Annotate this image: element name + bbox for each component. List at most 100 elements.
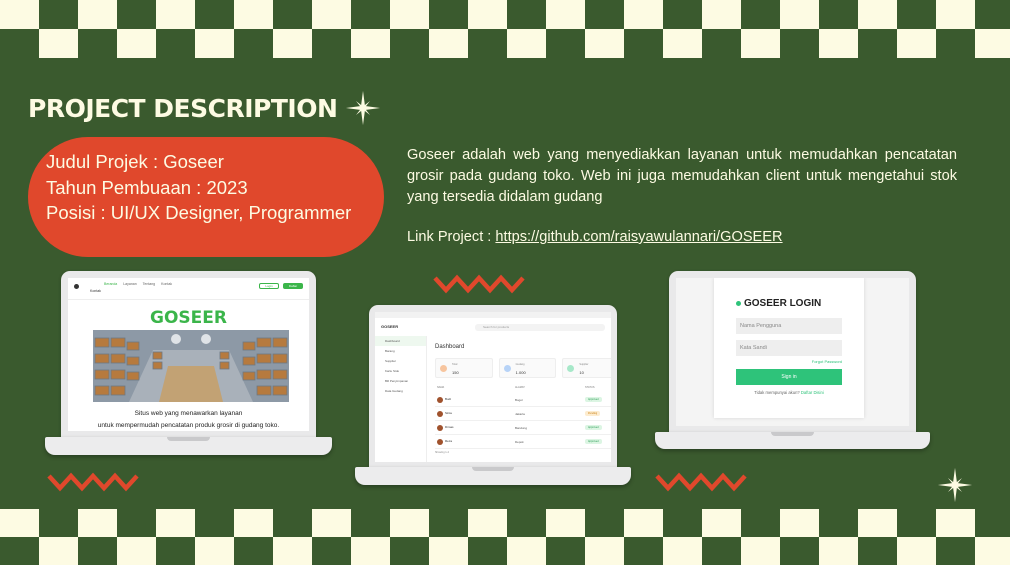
checker-square	[741, 29, 780, 58]
page-title: PROJECT DESCRIPTION	[28, 93, 338, 123]
checker-square	[546, 29, 585, 58]
dashboard-sidebar-item[interactable]: Bill Penyimpanan	[375, 376, 426, 386]
password-input[interactable]: Kata Sandi	[736, 340, 842, 356]
row-name: Sinta	[445, 411, 452, 415]
checker-square	[741, 0, 780, 29]
dashboard-heading: Dashboard	[435, 344, 465, 350]
table-row[interactable]: Dimas Bandung Approved	[435, 422, 611, 435]
checker-square	[39, 29, 78, 58]
table-row[interactable]: Reza Depok Approved	[435, 436, 611, 449]
checker-square	[390, 0, 429, 29]
dashboard-brand: GOSEER	[381, 324, 399, 329]
login-screen: GOSEER LOGIN Nama Pengguna Kata Sandi Fo…	[676, 278, 909, 426]
avatar	[437, 411, 443, 417]
zigzag-decoration-right	[655, 472, 747, 492]
status-dot-icon	[736, 300, 741, 306]
checker-square	[351, 537, 390, 565]
checker-square	[0, 509, 39, 537]
avatar	[437, 439, 443, 445]
dashboard-screen: GOSEER Search for products Dashboard Bara…	[375, 312, 611, 462]
status-badge: Approved	[585, 425, 602, 430]
forgot-password-link[interactable]: Forgot Password	[812, 359, 842, 364]
checker-square	[741, 509, 780, 537]
checker-square	[663, 29, 702, 58]
checker-square	[117, 0, 156, 29]
heading-row: PROJECT DESCRIPTION	[28, 90, 381, 126]
table-row[interactable]: Sinta Jakarta Pending	[435, 408, 611, 421]
checker-square	[975, 537, 1010, 565]
checker-square	[780, 0, 819, 29]
landing-brand: GOSEER	[150, 308, 227, 328]
dashboard-sidebar-item[interactable]: Kartu Stok	[375, 366, 426, 376]
checker-square	[78, 509, 117, 537]
checker-square	[78, 29, 117, 58]
table-column-header: ALAMAT	[515, 386, 525, 389]
sign-in-button[interactable]: Sign in	[736, 369, 842, 385]
checker-square	[858, 29, 897, 58]
checker-square	[897, 29, 936, 58]
checker-square	[0, 0, 39, 29]
checker-square	[780, 29, 819, 58]
landing-menu-item[interactable]: Kontak	[161, 282, 172, 286]
checker-square	[819, 0, 858, 29]
landing-caption: Situs web yang menawarkan layanan untuk …	[68, 408, 309, 431]
checker-square	[624, 509, 663, 537]
checker-square	[429, 537, 468, 565]
stat-label: Supplier	[579, 363, 589, 366]
checker-square	[78, 0, 117, 29]
checker-square	[936, 29, 975, 58]
landing-menu-item[interactable]: Layanan	[123, 282, 136, 286]
checker-square	[780, 509, 819, 537]
row-name: Budi	[445, 397, 452, 401]
landing-menu-item[interactable]: Tentang	[143, 282, 155, 286]
checker-square	[234, 537, 273, 565]
checker-square	[195, 537, 234, 565]
landing-menu-item[interactable]: Beranda	[104, 282, 117, 286]
checker-square	[546, 0, 585, 29]
table-column-header: STATUS	[585, 386, 595, 389]
checker-square	[273, 0, 312, 29]
checker-square	[975, 0, 1010, 29]
checker-square	[117, 537, 156, 565]
project-description: Goseer adalah web yang menyediakkan laya…	[407, 147, 957, 205]
stat-value: 1.000	[515, 370, 526, 375]
table-column-header: NAMA	[437, 386, 445, 389]
checker-square	[858, 537, 897, 565]
checker-square	[624, 29, 663, 58]
dashboard-sidebar-item[interactable]: Barang	[375, 346, 426, 356]
dashboard-sidebar-item[interactable]: Supplier	[375, 356, 426, 366]
checker-square	[39, 537, 78, 565]
checker-square	[156, 0, 195, 29]
project-link[interactable]: https://github.com/raisyawulannari/GOSEE…	[495, 229, 782, 245]
checker-square	[429, 29, 468, 58]
checker-square	[0, 29, 39, 58]
table-row[interactable]: Budi Bogor Approved	[435, 394, 611, 407]
checker-square	[429, 509, 468, 537]
landing-register-button[interactable]: Daftar	[283, 283, 303, 289]
checker-square	[663, 509, 702, 537]
stat-circle-icon	[503, 365, 511, 372]
landing-caption-line2: untuk mempermudah pencatatan produk gros…	[97, 422, 280, 429]
register-prompt: Tidak mempunyai akun? Daftar Disini	[754, 390, 824, 395]
landing-login-button[interactable]: Login	[259, 283, 279, 289]
username-input[interactable]: Nama Pengguna	[736, 318, 842, 334]
dashboard-search-input[interactable]: Search for products	[475, 324, 605, 331]
checker-square	[351, 29, 390, 58]
avatar	[437, 425, 443, 431]
register-link[interactable]: Daftar Disini	[801, 390, 824, 395]
project-link-label: Link Project :	[407, 229, 496, 245]
checker-square	[819, 509, 858, 537]
checker-square	[78, 537, 117, 565]
dashboard-table-footer: Showing 1-4	[435, 451, 449, 454]
checker-square	[897, 537, 936, 565]
status-badge: Approved	[585, 439, 602, 444]
dashboard-sidebar-item[interactable]: Data Gudang	[375, 386, 426, 396]
checker-square	[429, 0, 468, 29]
avatar	[437, 397, 443, 403]
landing-screen: Beranda Layanan Tentang Kontak Kontak Login…	[68, 278, 309, 431]
checker-square	[585, 29, 624, 58]
checker-square	[741, 537, 780, 565]
project-year-line: Tahun Pembuaan : 2023	[46, 176, 248, 198]
checker-square	[468, 29, 507, 58]
dashboard-sidebar-item[interactable]: Dashboard	[375, 336, 426, 346]
